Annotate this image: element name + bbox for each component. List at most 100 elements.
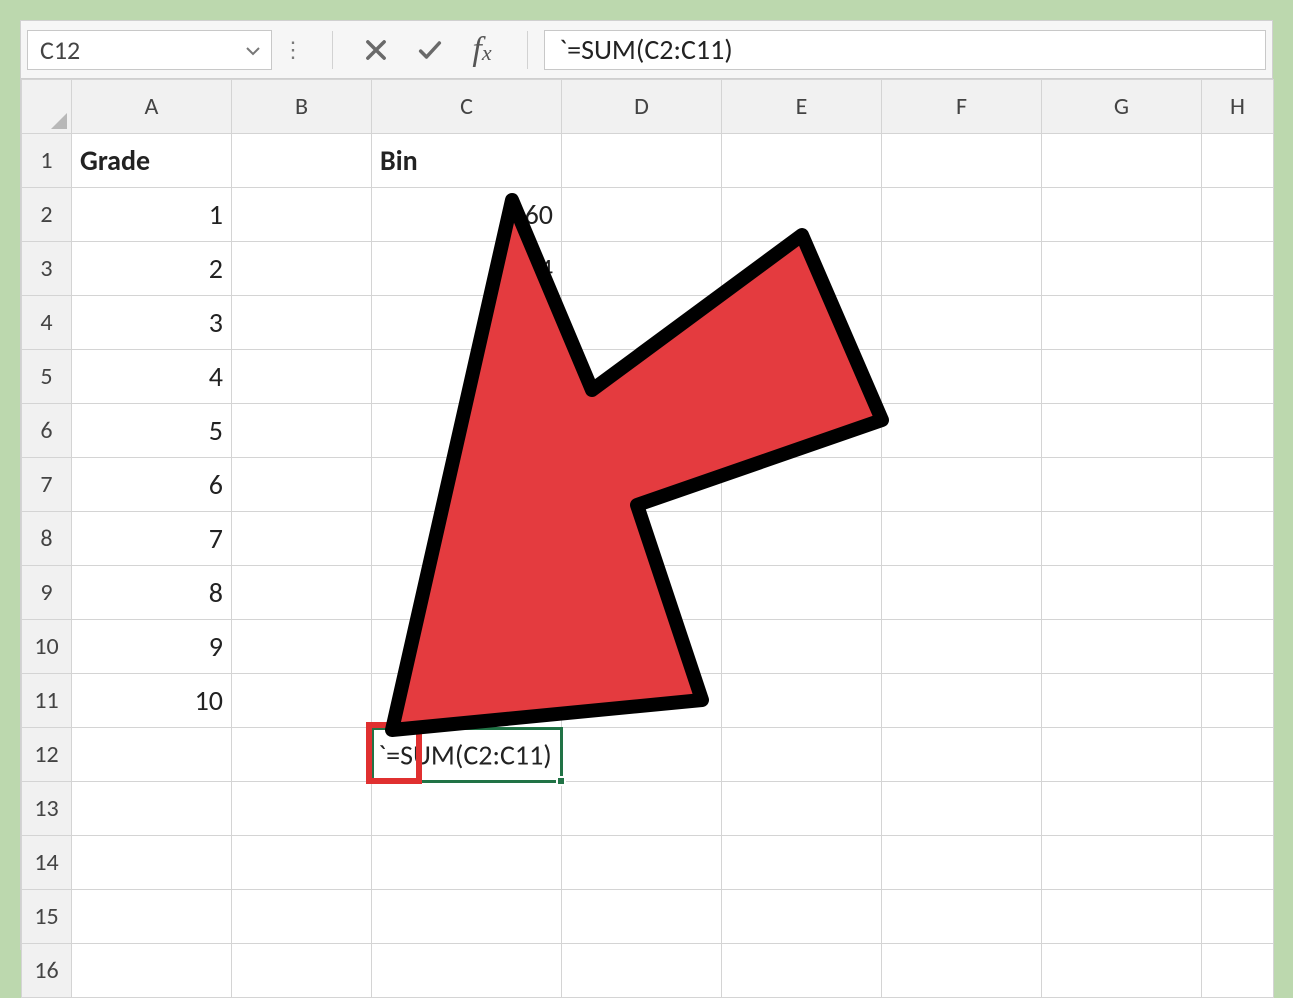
cell-B1[interactable] xyxy=(232,134,372,188)
cell-F14[interactable] xyxy=(882,836,1042,890)
cell-G3[interactable] xyxy=(1042,242,1202,296)
spreadsheet-grid[interactable]: ABCDEFGH1GradeBin21603244354657687981091… xyxy=(21,79,1272,998)
cell-B13[interactable] xyxy=(232,782,372,836)
cell-F7[interactable] xyxy=(882,458,1042,512)
cell-A6[interactable]: 5 xyxy=(72,404,232,458)
cell-D4[interactable] xyxy=(562,296,722,350)
cell-E6[interactable] xyxy=(722,404,882,458)
cell-A7[interactable]: 6 xyxy=(72,458,232,512)
cell-C4[interactable] xyxy=(372,296,562,350)
cell-E10[interactable] xyxy=(722,620,882,674)
cell-D1[interactable] xyxy=(562,134,722,188)
cell-B3[interactable] xyxy=(232,242,372,296)
cell-F4[interactable] xyxy=(882,296,1042,350)
cell-G9[interactable] xyxy=(1042,566,1202,620)
cell-B7[interactable] xyxy=(232,458,372,512)
cell-H7[interactable] xyxy=(1202,458,1274,512)
cell-B15[interactable] xyxy=(232,890,372,944)
cell-H2[interactable] xyxy=(1202,188,1274,242)
cell-C6[interactable] xyxy=(372,404,562,458)
cell-G7[interactable] xyxy=(1042,458,1202,512)
cell-H4[interactable] xyxy=(1202,296,1274,350)
cell-D6[interactable] xyxy=(562,404,722,458)
cell-D2[interactable] xyxy=(562,188,722,242)
cell-G5[interactable] xyxy=(1042,350,1202,404)
cell-H9[interactable] xyxy=(1202,566,1274,620)
cell-C11[interactable]: 10 xyxy=(372,674,562,728)
cell-F2[interactable] xyxy=(882,188,1042,242)
cell-G14[interactable] xyxy=(1042,836,1202,890)
cell-A16[interactable] xyxy=(72,944,232,998)
column-header-H[interactable]: H xyxy=(1202,80,1274,134)
cell-B11[interactable] xyxy=(232,674,372,728)
cell-F16[interactable] xyxy=(882,944,1042,998)
cell-H11[interactable] xyxy=(1202,674,1274,728)
cell-A3[interactable]: 2 xyxy=(72,242,232,296)
cell-B6[interactable] xyxy=(232,404,372,458)
cell-H1[interactable] xyxy=(1202,134,1274,188)
cell-E8[interactable] xyxy=(722,512,882,566)
cell-E4[interactable] xyxy=(722,296,882,350)
formula-input[interactable]: `=SUM(C2:C11) xyxy=(544,30,1266,70)
cell-C15[interactable] xyxy=(372,890,562,944)
formula-bar-options-icon[interactable]: ⋮ xyxy=(282,36,306,63)
chevron-down-icon[interactable] xyxy=(245,34,261,66)
cell-D5[interactable] xyxy=(562,350,722,404)
cell-B4[interactable] xyxy=(232,296,372,350)
cell-A13[interactable] xyxy=(72,782,232,836)
row-header-4[interactable]: 4 xyxy=(22,296,72,350)
select-all-corner[interactable] xyxy=(22,80,72,134)
cell-C10[interactable] xyxy=(372,620,562,674)
row-header-15[interactable]: 15 xyxy=(22,890,72,944)
cell-C16[interactable] xyxy=(372,944,562,998)
column-header-G[interactable]: G xyxy=(1042,80,1202,134)
cell-F6[interactable] xyxy=(882,404,1042,458)
cell-H12[interactable] xyxy=(1202,728,1274,782)
cell-H15[interactable] xyxy=(1202,890,1274,944)
cell-E14[interactable] xyxy=(722,836,882,890)
cell-C3[interactable]: 4 xyxy=(372,242,562,296)
cell-B14[interactable] xyxy=(232,836,372,890)
column-header-B[interactable]: B xyxy=(232,80,372,134)
cell-A2[interactable]: 1 xyxy=(72,188,232,242)
cell-E13[interactable] xyxy=(722,782,882,836)
cell-C13[interactable] xyxy=(372,782,562,836)
cell-A15[interactable] xyxy=(72,890,232,944)
cell-A10[interactable]: 9 xyxy=(72,620,232,674)
cell-B12[interactable] xyxy=(232,728,372,782)
name-box[interactable]: C12 xyxy=(27,30,272,70)
cell-E1[interactable] xyxy=(722,134,882,188)
cell-A1[interactable]: Grade xyxy=(72,134,232,188)
row-header-12[interactable]: 12 xyxy=(22,728,72,782)
cell-H8[interactable] xyxy=(1202,512,1274,566)
column-header-E[interactable]: E xyxy=(722,80,882,134)
cell-D13[interactable] xyxy=(562,782,722,836)
row-header-14[interactable]: 14 xyxy=(22,836,72,890)
cell-E11[interactable] xyxy=(722,674,882,728)
column-header-A[interactable]: A xyxy=(72,80,232,134)
row-header-6[interactable]: 6 xyxy=(22,404,72,458)
cell-E7[interactable] xyxy=(722,458,882,512)
row-header-9[interactable]: 9 xyxy=(22,566,72,620)
cell-H3[interactable] xyxy=(1202,242,1274,296)
row-header-2[interactable]: 2 xyxy=(22,188,72,242)
cell-D16[interactable] xyxy=(562,944,722,998)
row-header-16[interactable]: 16 xyxy=(22,944,72,998)
cell-C8[interactable] xyxy=(372,512,562,566)
cell-E3[interactable] xyxy=(722,242,882,296)
cell-D9[interactable] xyxy=(562,566,722,620)
cell-F13[interactable] xyxy=(882,782,1042,836)
row-header-1[interactable]: 1 xyxy=(22,134,72,188)
cell-D11[interactable] xyxy=(562,674,722,728)
cell-A4[interactable]: 3 xyxy=(72,296,232,350)
cell-H10[interactable] xyxy=(1202,620,1274,674)
row-header-13[interactable]: 13 xyxy=(22,782,72,836)
cell-F3[interactable] xyxy=(882,242,1042,296)
cell-D8[interactable] xyxy=(562,512,722,566)
cell-C12[interactable]: `=SUM(C2:C11) xyxy=(372,728,562,782)
cell-C14[interactable] xyxy=(372,836,562,890)
row-header-5[interactable]: 5 xyxy=(22,350,72,404)
row-header-8[interactable]: 8 xyxy=(22,512,72,566)
cell-H5[interactable] xyxy=(1202,350,1274,404)
cell-E16[interactable] xyxy=(722,944,882,998)
